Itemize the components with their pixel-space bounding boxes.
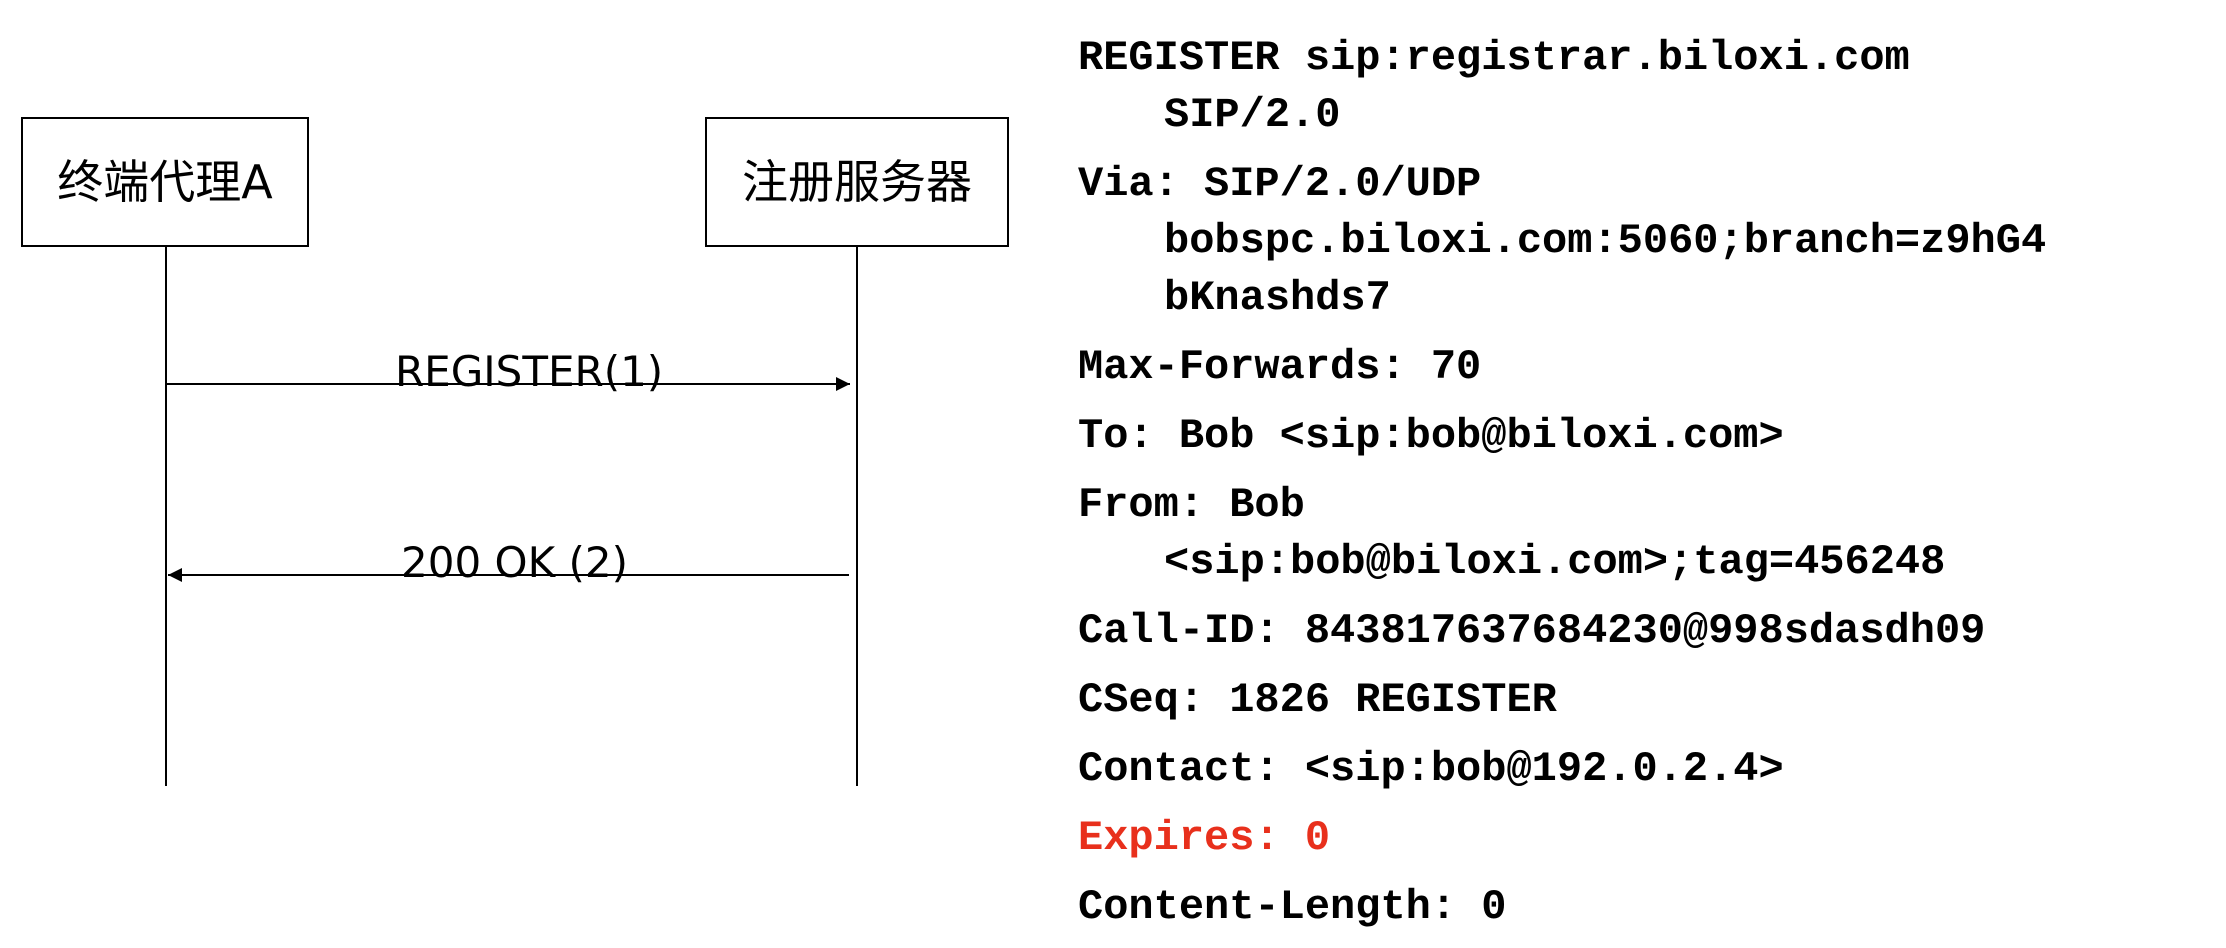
via-header: Via: SIP/2.0/UDP bobspc.biloxi.com:5060;… <box>1078 156 2198 327</box>
actor-b-label: 注册服务器 <box>742 155 972 209</box>
from-header: From: Bob <sip:bob@biloxi.com>;tag=45624… <box>1078 477 2198 591</box>
expires-header: Expires: 0 <box>1078 814 1331 862</box>
from-text: From: Bob <box>1078 481 1305 529</box>
contact-header: Contact: <sip:bob@192.0.2.4> <box>1078 745 1784 793</box>
sip-message: REGISTER sip:registrar.biloxi.com SIP/2.… <box>1078 30 2198 948</box>
via-text: Via: SIP/2.0/UDP <box>1078 160 1482 208</box>
content-length-header: Content-Length: 0 <box>1078 883 1507 931</box>
ok-label: 200 OK (2) <box>401 538 628 587</box>
actor-a-label: 终端代理A <box>57 155 273 209</box>
request-line-text: REGISTER sip:registrar.biloxi.com <box>1078 34 1910 82</box>
to-header: To: Bob <sip:bob@biloxi.com> <box>1078 412 1784 460</box>
request-line-version: SIP/2.0 <box>1164 91 1341 139</box>
max-forwards-header: Max-Forwards: 70 <box>1078 343 1482 391</box>
from-uri: <sip:bob@biloxi.com>;tag=456248 <box>1164 538 1946 586</box>
via-branch-tail: bKnashds7 <box>1164 274 1391 322</box>
call-id-header: Call-ID: 843817637684230@998sdasdh09 <box>1078 607 1986 655</box>
request-line: REGISTER sip:registrar.biloxi.com SIP/2.… <box>1078 30 2198 144</box>
cseq-header: CSeq: 1826 REGISTER <box>1078 676 1557 724</box>
register-label: REGISTER(1) <box>395 347 663 396</box>
sequence-diagram: 终端代理A 注册服务器 REGISTER(1) 200 OK (2) <box>21 117 1009 786</box>
via-host: bobspc.biloxi.com:5060;branch=z9hG4 <box>1164 217 2047 265</box>
